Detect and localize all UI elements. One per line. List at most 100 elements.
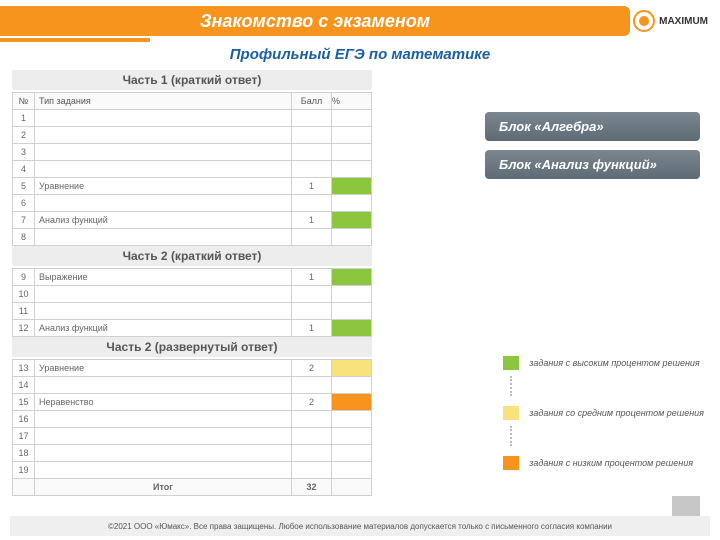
cell-type [35,303,292,320]
block-algebra: Блок «Алгебра» [485,112,700,141]
cell-score [292,195,332,212]
logo-text: MAXIMUM [659,16,708,27]
table-row: 8 [13,229,372,246]
section-part2a: Часть 2 (краткий ответ) [12,246,372,266]
brand-logo: MAXIMUM [633,6,708,36]
cell-score [292,445,332,462]
table-row: 11 [13,303,372,320]
table-row: 12Анализ функций1 [13,320,372,337]
cell-pct [332,394,372,411]
swatch-green [503,356,519,370]
table-row: 10 [13,286,372,303]
cell-score [292,377,332,394]
cell-num: 9 [13,269,35,286]
cell-type [35,229,292,246]
legend-low-text: задания с низким процентом решения [529,458,693,468]
cell-pct [332,110,372,127]
col-type: Тип задания [35,93,292,110]
cell-type [35,144,292,161]
table-row: 9Выражение1 [13,269,372,286]
accent-bar [0,38,150,42]
cell-score: 2 [292,360,332,377]
table-row: 2 [13,127,372,144]
cell-score: 2 [292,394,332,411]
table-row: 15Неравенство2 [13,394,372,411]
legend-mid-text: задания со средним процентом решения [529,408,704,418]
swatch-orange [503,456,519,470]
table-row: 16 [13,411,372,428]
cell-pct [332,445,372,462]
page-corner [672,496,700,516]
cell-type: Уравнение [35,360,292,377]
cell-num: 5 [13,178,35,195]
legend-high-text: задания с высоким процентом решения [529,358,699,368]
section-part1: Часть 1 (краткий ответ) [12,70,372,90]
cell-type [35,286,292,303]
cell-score [292,462,332,479]
col-pct: % [332,93,372,110]
cell-num: 2 [13,127,35,144]
cell-num: 10 [13,286,35,303]
legend-high: задания с высоким процентом решения [503,356,704,370]
cell-pct [332,320,372,337]
cell-pct [332,161,372,178]
table-part1: № Тип задания Балл % 12345Уравнение167Ан… [12,92,372,246]
exam-table: Часть 1 (краткий ответ) № Тип задания Ба… [12,70,372,496]
cell-type [35,377,292,394]
cell-num: 15 [13,394,35,411]
table-header-row: № Тип задания Балл % [13,93,372,110]
legend-low: задания с низким процентом решения [503,456,704,470]
cell-type [35,195,292,212]
cell-score [292,303,332,320]
cell-num: 14 [13,377,35,394]
cell-num: 3 [13,144,35,161]
total-row: Итог 32 [13,479,372,496]
cell-pct [332,286,372,303]
table-row: 3 [13,144,372,161]
table-row: 13Уравнение2 [13,360,372,377]
total-value: 32 [292,479,332,496]
table-row: 14 [13,377,372,394]
cell-type [35,161,292,178]
cell-pct [332,411,372,428]
block-analysis: Блок «Анализ функций» [485,150,700,179]
table-row: 19 [13,462,372,479]
table-part2b: 13Уравнение21415Неравенство216171819 Ито… [12,359,372,496]
cell-type: Выражение [35,269,292,286]
cell-score [292,286,332,303]
cell-type [35,411,292,428]
total-label: Итог [35,479,292,496]
cell-num: 4 [13,161,35,178]
cell-score: 1 [292,269,332,286]
footer-text: ©2021 ООО «Юмакс». Все права защищены. Л… [108,522,612,531]
cell-num: 8 [13,229,35,246]
cell-type [35,127,292,144]
col-score: Балл [292,93,332,110]
cell-score: 1 [292,178,332,195]
header-bar: Знакомство с экзаменом [0,6,630,36]
cell-pct [332,360,372,377]
footer: ©2021 ООО «Юмакс». Все права защищены. Л… [10,516,710,536]
cell-num: 17 [13,428,35,445]
table-row: 7Анализ функций1 [13,212,372,229]
table-row: 4 [13,161,372,178]
swatch-yellow [503,406,519,420]
cell-score [292,161,332,178]
cell-pct [332,144,372,161]
cell-num: 18 [13,445,35,462]
cell-pct [332,195,372,212]
cell-num: 7 [13,212,35,229]
logo-icon [633,10,655,32]
cell-score [292,229,332,246]
cell-score: 1 [292,320,332,337]
cell-pct [332,303,372,320]
page-title: Знакомство с экзаменом [200,11,430,32]
cell-pct [332,269,372,286]
legend-divider [510,426,512,446]
table-part2a: 9Выражение1101112Анализ функций1 [12,268,372,337]
cell-score [292,411,332,428]
cell-score [292,110,332,127]
table-row: 5Уравнение1 [13,178,372,195]
cell-pct [332,212,372,229]
cell-type: Анализ функций [35,212,292,229]
